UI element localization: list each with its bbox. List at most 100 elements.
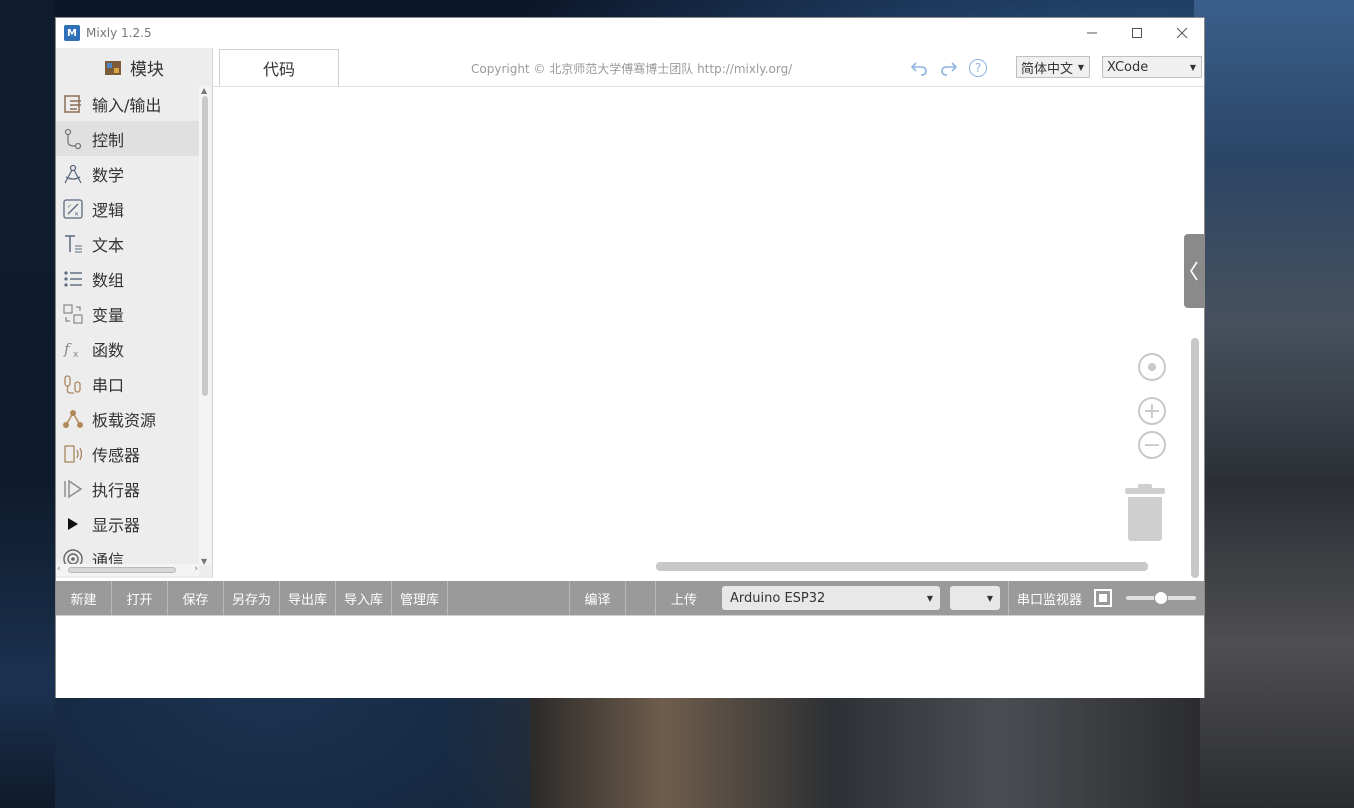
minimize-button[interactable]: [1069, 18, 1114, 48]
import-library-button[interactable]: 导入库: [336, 581, 392, 615]
desktop-background-left: [0, 0, 55, 808]
export-library-button[interactable]: 导出库: [280, 581, 336, 615]
category-logic[interactable]: ✓ ✕ 逻辑: [56, 191, 199, 226]
language-select[interactable]: 简体中文 ▼: [1016, 56, 1090, 78]
theme-value: XCode: [1107, 59, 1149, 75]
language-value: 简体中文: [1021, 61, 1074, 77]
category-serial[interactable]: 串口: [56, 366, 199, 401]
zoom-slider[interactable]: [1126, 591, 1197, 605]
blocks-header-label: 模块: [130, 59, 164, 80]
scroll-right-arrow-icon[interactable]: ›: [194, 564, 198, 574]
category-display[interactable]: 显示器: [56, 506, 199, 541]
slider-knob[interactable]: [1154, 591, 1169, 605]
svg-text:f: f: [63, 340, 72, 358]
save-button[interactable]: 保存: [168, 581, 224, 615]
math-icon: [62, 163, 84, 185]
category-list-item[interactable]: 数组: [56, 261, 199, 296]
port-select[interactable]: ▼: [950, 586, 1000, 610]
board-resource-icon: [62, 408, 84, 430]
category-control[interactable]: 控制: [56, 121, 199, 156]
blockly-workspace[interactable]: 代码 Copyright © 北京师范大学傅骞博士团队 http://mixly…: [213, 48, 1204, 578]
zoom-in-icon[interactable]: +: [1138, 397, 1166, 425]
display-icon: [62, 513, 84, 535]
sidebar-vertical-scrollbar[interactable]: ▲ ▼: [199, 86, 211, 566]
close-button[interactable]: [1159, 18, 1204, 48]
scroll-down-arrow-icon[interactable]: ▼: [201, 557, 207, 566]
compile-button[interactable]: 编译: [570, 581, 626, 615]
copyright-text: Copyright © 北京师范大学傅骞博士团队 http://mixly.or…: [471, 62, 793, 76]
tab-code[interactable]: 代码: [219, 48, 339, 86]
svg-text:x: x: [73, 350, 79, 360]
category-list: 输入/输出 控制 数学 ✓ ✕ 逻辑 文本 数组 变量 f x 函数 串口 板载…: [56, 86, 199, 570]
upload-button[interactable]: 上传: [656, 581, 712, 615]
save-as-button[interactable]: 另存为: [224, 581, 280, 615]
chevron-down-icon: ▼: [1077, 62, 1084, 72]
category-variable[interactable]: 变量: [56, 296, 199, 331]
category-actuator[interactable]: 执行器: [56, 471, 199, 506]
redo-icon[interactable]: [939, 58, 959, 78]
category-io[interactable]: 输入/输出: [56, 86, 199, 121]
new-button[interactable]: 新建: [56, 581, 112, 615]
category-function[interactable]: fx 函数: [56, 331, 199, 366]
category-label: 传感器: [92, 445, 141, 465]
chevron-down-icon: ▼: [986, 593, 993, 603]
workspace-horizontal-scrollbar[interactable]: [656, 562, 1148, 571]
io-icon: [62, 93, 84, 115]
desktop-background-right: [1194, 0, 1354, 808]
serial-monitor-button[interactable]: 串口监视器: [1008, 581, 1090, 615]
sensor-icon: [62, 443, 84, 465]
close-icon: [1176, 27, 1187, 39]
theme-select[interactable]: XCode ▼: [1102, 56, 1202, 78]
category-label: 文本: [92, 235, 125, 255]
open-button[interactable]: 打开: [112, 581, 168, 615]
scroll-left-arrow-icon[interactable]: ‹: [57, 564, 61, 574]
serial-icon: [62, 373, 84, 395]
actuator-icon: [62, 478, 84, 500]
manage-library-button[interactable]: 管理库: [392, 581, 448, 615]
category-math[interactable]: 数学: [56, 156, 199, 191]
maximize-button[interactable]: [1114, 18, 1159, 48]
function-icon: fx: [62, 338, 84, 360]
title-bar[interactable]: M Mixly 1.2.5: [56, 18, 1204, 48]
chip-icon[interactable]: [1094, 589, 1113, 607]
sidebar-horizontal-scrollbar[interactable]: ‹ ›: [56, 564, 199, 576]
main-area: 模块 输入/输出 控制 数学 ✓ ✕ 逻辑 文本 数组 变量 f x 函数 串口…: [56, 48, 1204, 578]
zoom-out-icon[interactable]: −: [1138, 431, 1166, 459]
workspace-vertical-scrollbar[interactable]: [1191, 338, 1199, 578]
output-console[interactable]: [56, 615, 1204, 698]
zoom-reset-icon[interactable]: [1138, 353, 1166, 381]
sidebar-scroll-thumb[interactable]: [202, 96, 208, 396]
scroll-up-arrow-icon[interactable]: ▲: [201, 86, 207, 95]
help-icon[interactable]: ?: [969, 59, 987, 77]
category-label: 逻辑: [92, 200, 125, 220]
code-panel-toggle[interactable]: [1184, 234, 1204, 308]
text-icon: [62, 233, 84, 255]
variable-icon: [62, 303, 84, 325]
desktop-background-bottom: [530, 697, 1200, 808]
category-label: 输入/输出: [92, 95, 162, 115]
blocks-header: 模块: [56, 48, 212, 86]
category-board-resource[interactable]: 板载资源: [56, 401, 199, 436]
category-label: 串口: [92, 375, 125, 395]
logic-icon: ✓ ✕: [62, 198, 84, 220]
undo-icon[interactable]: [909, 58, 929, 78]
control-icon: [62, 128, 84, 150]
category-text[interactable]: 文本: [56, 226, 199, 261]
bottom-toolbar: 新建 打开 保存 另存为 导出库 导入库 管理库 编译 上传 Arduino E…: [56, 581, 1204, 615]
minimize-icon: [1086, 32, 1097, 34]
board-value: Arduino ESP32: [730, 590, 826, 606]
board-select[interactable]: Arduino ESP32 ▼: [722, 586, 940, 610]
trash-icon[interactable]: [1124, 484, 1166, 544]
maximize-icon: [1131, 28, 1142, 38]
window-title: Mixly 1.2.5: [86, 26, 152, 40]
category-sensor[interactable]: 传感器: [56, 436, 199, 471]
category-label: 执行器: [92, 480, 141, 500]
category-label: 变量: [92, 305, 125, 325]
toolbar-divider: [448, 581, 570, 615]
window-controls: [1069, 18, 1204, 48]
list-icon: [62, 268, 84, 290]
sidebar-hscroll-thumb[interactable]: [68, 567, 176, 573]
category-label: 控制: [92, 130, 125, 150]
chevron-down-icon: ▼: [1189, 62, 1196, 72]
svg-text:✕: ✕: [74, 211, 79, 218]
